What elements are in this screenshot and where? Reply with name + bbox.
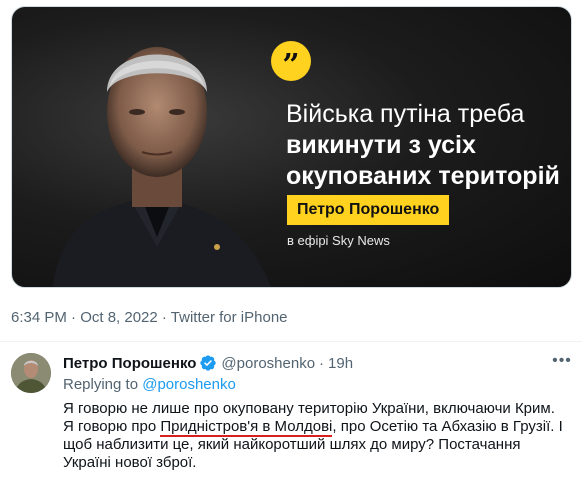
replying-to-label: Replying to [63, 376, 139, 393]
quote-icon: ” [271, 41, 311, 81]
headline: Війська путіна треба викинути з усіх оку… [286, 99, 566, 192]
portrait-photo [52, 47, 272, 287]
headline-line-2: викинути з усіх [286, 131, 476, 159]
tweet-media-image[interactable]: ” Війська путіна треба викинути з усіх о… [11, 6, 572, 288]
more-options-icon[interactable]: ••• [550, 353, 574, 373]
author-handle[interactable]: @poroshenko [221, 355, 315, 372]
avatar[interactable] [11, 353, 51, 393]
replying-to: Replying to @poroshenko [63, 376, 236, 393]
reply-header: Петро Порошенко @poroshenko · 19h [63, 353, 353, 373]
author-name[interactable]: Петро Порошенко [63, 355, 196, 372]
replying-to-handle-link[interactable]: @poroshenko [142, 376, 236, 393]
headline-line-1: Війська путіна треба [286, 100, 525, 128]
verified-badge-icon [199, 354, 217, 372]
avatar-image [11, 353, 51, 393]
reply-body-text: Я говорю не лише про окуповану територію… [63, 400, 567, 472]
underlined-text: Придністров'я в Молдові [160, 418, 333, 437]
reply-timestamp[interactable]: 19h [328, 355, 353, 372]
tweet-metadata[interactable]: 6:34 PM · Oct 8, 2022 · Twitter for iPho… [11, 309, 288, 326]
headline-line-3: окупованих територій [286, 162, 560, 190]
divider [0, 341, 582, 342]
speaker-name-plate: Петро Порошенко [287, 195, 450, 225]
separator-dot: · [319, 354, 325, 372]
broadcast-caption: в ефірі Sky News [287, 233, 390, 248]
